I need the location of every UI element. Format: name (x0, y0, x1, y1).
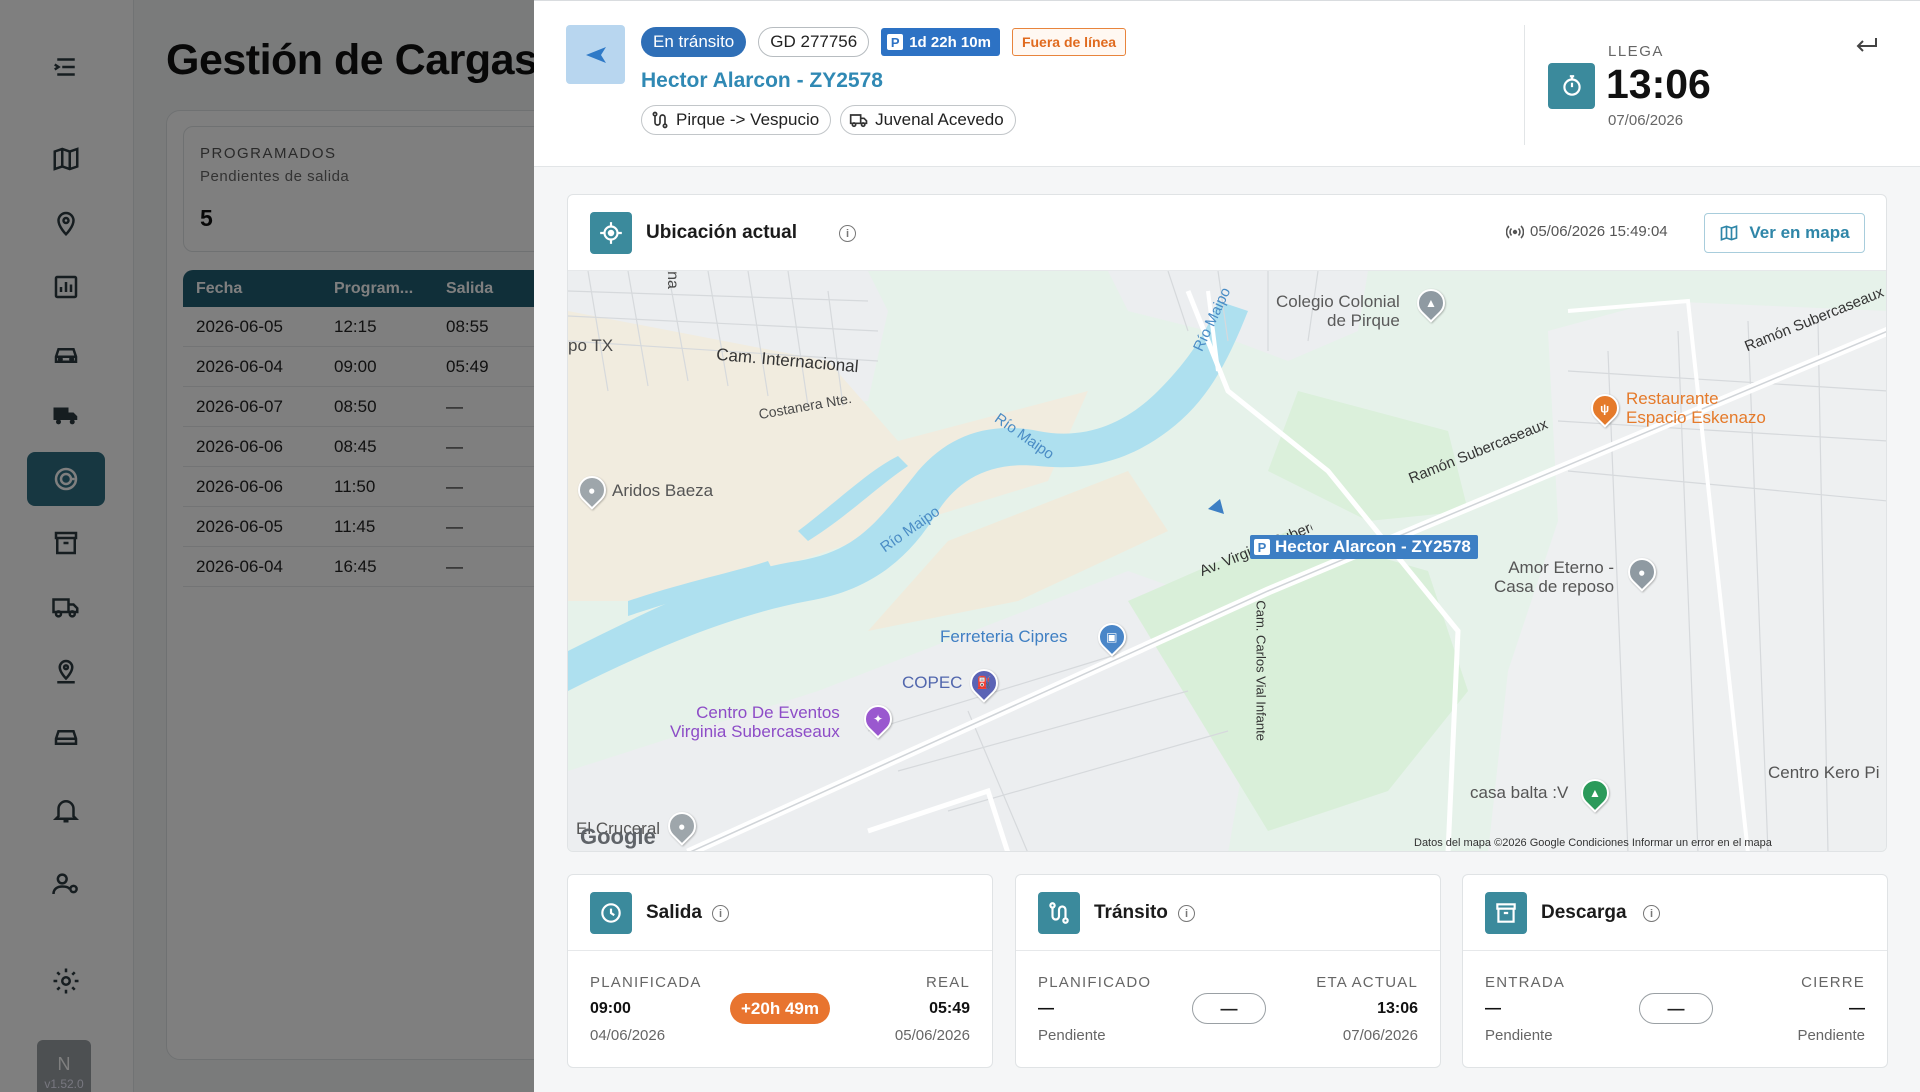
location-timestamp: 05/06/2026 15:49:04 (1506, 223, 1668, 240)
view-on-map-label: Ver en mapa (1749, 223, 1850, 242)
map-view[interactable]: na po TX Cam. Internacional Costanera Nt… (568, 271, 1886, 851)
offline-badge: Fuera de línea (1011, 28, 1127, 56)
transito-eta-date: 07/06/2026 (1342, 1027, 1418, 1044)
salida-title: Salida (646, 902, 702, 923)
transito-planned-status: Pendiente (1038, 1027, 1106, 1044)
return-arrow-icon (1856, 38, 1877, 52)
map-poi-centro-kero[interactable]: Centro Kero Pi (1768, 763, 1880, 782)
gd-badge: GD 277756 (758, 27, 870, 57)
descarga-close-status: Pendiente (1797, 1027, 1865, 1044)
descarga-close-value: — (1849, 1000, 1865, 1017)
modal-backdrop[interactable] (0, 0, 534, 1092)
map-poi-centro-eventos[interactable]: Centro De Eventos Virginia Subercaseaux (670, 703, 840, 741)
map-icon (1721, 225, 1738, 241)
delay-badge: +20h 49m (730, 993, 830, 1024)
salida-planned-label: PLANIFICADA (590, 974, 702, 991)
transito-eta-value: 13:06 (1377, 1000, 1418, 1017)
carrier-chip: Juvenal Acevedo (840, 105, 1016, 135)
salida-planned-value: 09:00 (590, 1000, 631, 1017)
parking-icon: P (887, 34, 904, 50)
transito-title: Tránsito (1094, 902, 1168, 923)
meta-chips: Pirque -> Vespucio Juvenal Acevedo (641, 105, 1016, 135)
truck-icon (850, 114, 868, 128)
map-poi-copec[interactable]: COPEC (902, 673, 962, 692)
duration-badge: P 1d 22h 10m (881, 28, 1000, 56)
carrier-text: Juvenal Acevedo (875, 110, 1004, 129)
eta-label: LLEGA (1608, 43, 1664, 60)
navigation-arrow-icon (566, 25, 625, 84)
map-poi-casa-balta[interactable]: casa balta :V (1470, 783, 1568, 802)
vehicle-marker-label[interactable]: P Hector Alarcon - ZY2578 (1250, 535, 1478, 559)
shipment-detail-drawer: En tránsito GD 277756 P 1d 22h 10m Fuera … (534, 0, 1920, 1092)
route-text: Pirque -> Vespucio (676, 110, 820, 129)
salida-card: Salida i PLANIFICADA 09:00 04/06/2026 +2… (567, 874, 993, 1068)
map-poi-amor-eterno[interactable]: Amor Eterno - Casa de reposo (1494, 558, 1614, 596)
info-icon[interactable]: i (1643, 905, 1660, 922)
transito-eta-label: ETA ACTUAL (1316, 974, 1418, 991)
info-icon[interactable]: i (1178, 905, 1195, 922)
drawer-header: En tránsito GD 277756 P 1d 22h 10m Fuera … (534, 1, 1920, 167)
view-on-map-button[interactable]: Ver en mapa (1704, 213, 1865, 253)
salida-real-value: 05:49 (929, 1000, 970, 1017)
info-icon[interactable]: i (712, 905, 729, 922)
status-chips: En tránsito GD 277756 P 1d 22h 10m Fuera … (641, 27, 1127, 57)
descarga-card: Descarga i ENTRADA — Pendiente — CIERRE … (1462, 874, 1888, 1068)
descarga-entry-value: — (1485, 1000, 1501, 1017)
google-logo: Google (580, 824, 656, 849)
map-poi-aridos[interactable]: Aridos Baeza (612, 481, 713, 500)
archive-icon (1485, 892, 1527, 934)
descarga-entry-status: Pendiente (1485, 1027, 1553, 1044)
map-poi-colegio[interactable]: Colegio Colonial de Pirque (1276, 292, 1400, 330)
transito-planned-value: — (1038, 1000, 1054, 1017)
info-icon[interactable]: i (839, 225, 856, 242)
map-poi-ferreteria[interactable]: Ferreteria Cipres (940, 627, 1068, 646)
descarga-card-header: Descarga i (1463, 875, 1887, 951)
map-label: na (663, 271, 681, 289)
duration-text: 1d 22h 10m (909, 33, 991, 51)
salida-card-header: Salida i (568, 875, 992, 951)
route-chip: Pirque -> Vespucio (641, 105, 832, 135)
header-divider (1524, 25, 1525, 145)
stopwatch-icon (1548, 63, 1595, 109)
close-drawer-button[interactable] (1850, 31, 1884, 61)
transito-delta-badge: — (1192, 993, 1266, 1024)
descarga-delta-badge: — (1639, 993, 1713, 1024)
descarga-title: Descarga (1541, 902, 1627, 923)
route-icon (1038, 892, 1080, 934)
location-card-header: Ubicación actual i 05/06/2026 15:49:04 V… (568, 195, 1886, 271)
driver-vehicle-link[interactable]: Hector Alarcon - ZY2578 (641, 69, 883, 93)
salida-real-date: 05/06/2026 (894, 1027, 970, 1044)
eta-time: 13:06 (1606, 61, 1711, 107)
map-label: po TX (568, 336, 614, 355)
clock-icon (590, 892, 632, 934)
transito-card-header: Tránsito i (1016, 875, 1440, 951)
crosshair-icon (590, 212, 632, 254)
salida-planned-date: 04/06/2026 (590, 1027, 666, 1044)
map-poi-restaurante[interactable]: Restaurante Espacio Eskenazo (1626, 389, 1766, 427)
descarga-entry-label: ENTRADA (1485, 974, 1566, 991)
location-title: Ubicación actual (646, 222, 797, 243)
map-attribution[interactable]: Datos del mapa ©2026 Google Condiciones … (1414, 837, 1772, 849)
salida-real-label: REAL (926, 974, 970, 991)
status-badge: En tránsito (641, 27, 747, 57)
eta-date: 07/06/2026 (1608, 112, 1684, 129)
route-icon (652, 111, 668, 129)
transito-planned-label: PLANIFICADO (1038, 974, 1152, 991)
timestamp-text: 05/06/2026 15:49:04 (1530, 223, 1668, 240)
signal-icon (1506, 224, 1524, 239)
vehicle-label-text: Hector Alarcon - ZY2578 (1275, 537, 1471, 556)
descarga-close-label: CIERRE (1801, 974, 1865, 991)
current-location-card: Ubicación actual i 05/06/2026 15:49:04 V… (567, 194, 1887, 852)
parking-icon: P (1254, 539, 1270, 555)
transito-card: Tránsito i PLANIFICADO — Pendiente — ETA… (1015, 874, 1441, 1068)
map-label: Cam. Carlos Vial Infante (1253, 600, 1269, 741)
